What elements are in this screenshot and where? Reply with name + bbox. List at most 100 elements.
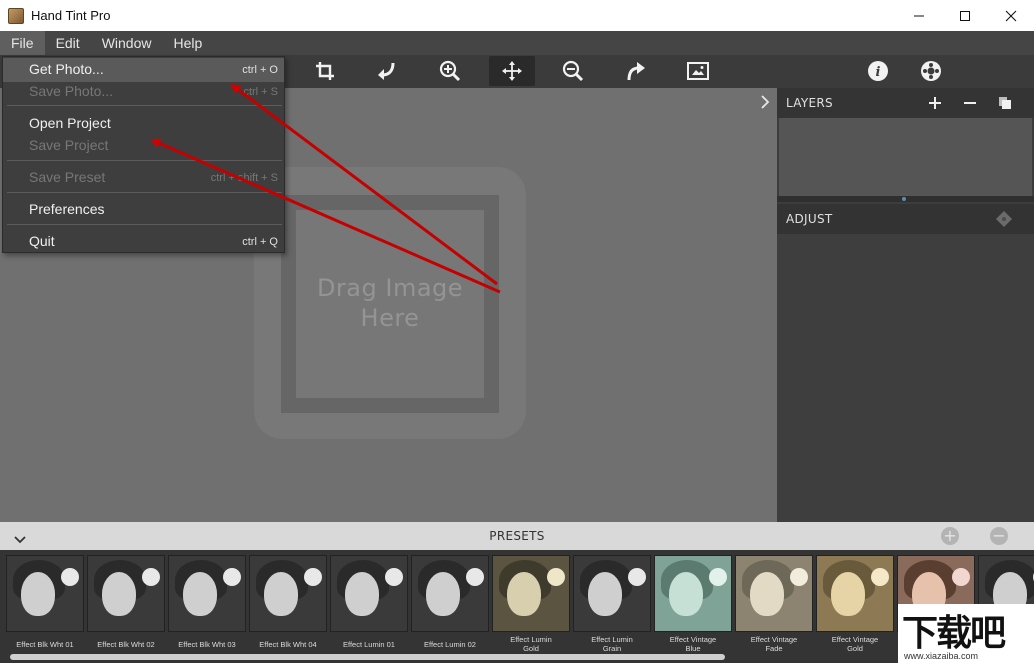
menu-bar: File Edit Window Help — [0, 31, 1034, 55]
menu-window[interactable]: Window — [91, 31, 163, 55]
fit-image-icon — [687, 62, 709, 80]
menu-separator — [7, 160, 282, 161]
minimize-icon — [914, 15, 924, 16]
menu-item-quit[interactable]: Quit ctrl + Q — [3, 230, 284, 254]
preset-thumbnail[interactable]: Effect Blk Wht 02 — [87, 555, 165, 655]
menu-help[interactable]: Help — [162, 31, 213, 55]
window-controls — [896, 0, 1034, 31]
close-button[interactable] — [988, 0, 1034, 31]
preset-image — [654, 555, 732, 632]
app-logo-icon — [8, 7, 24, 24]
fit-image-button[interactable] — [675, 56, 721, 86]
preset-label: Effect Vintage Gold — [831, 635, 879, 653]
preset-image — [411, 555, 489, 632]
zoom-out-icon — [562, 60, 584, 82]
settings-icon — [921, 61, 941, 81]
preset-label: Effect Blk Wht 03 — [178, 640, 236, 649]
menu-item-save-preset[interactable]: Save Preset ctrl + shift + S — [3, 166, 284, 190]
preset-thumbnail[interactable]: Effect Vintage Blue — [654, 555, 732, 655]
menu-item-open-project[interactable]: Open Project — [3, 112, 284, 136]
svg-text:i: i — [876, 65, 881, 80]
redo-button[interactable] — [613, 56, 659, 86]
duplicate-layer-button[interactable] — [996, 94, 1014, 112]
preset-thumbnail[interactable]: Effect Lumin 02 — [411, 555, 489, 655]
remove-layer-button[interactable] — [961, 94, 979, 112]
preset-label: Effect Vintage Blue — [669, 635, 717, 653]
close-icon — [1005, 10, 1017, 21]
menu-item-get-photo[interactable]: Get Photo... ctrl + O — [3, 58, 284, 82]
preset-label: Effect Lumin Gold — [510, 635, 552, 653]
window-title: Hand Tint Pro — [31, 8, 111, 23]
adjust-panel — [777, 234, 1034, 522]
preset-label: Effect Lumin 02 — [424, 640, 476, 649]
presets-collapse-button[interactable] — [13, 530, 27, 549]
site-watermark: 下载吧 www.xiazaiba.com — [898, 604, 1034, 663]
layers-header: LAYERS — [777, 88, 1034, 118]
zoom-in-button[interactable] — [427, 56, 473, 86]
preset-thumbnail[interactable]: Effect Lumin Grain — [573, 555, 651, 655]
layers-resize-handle[interactable] — [777, 196, 1034, 202]
menu-separator — [7, 105, 282, 106]
zoom-out-button[interactable] — [550, 56, 596, 86]
crop-button[interactable] — [302, 56, 348, 86]
undo-button[interactable] — [364, 56, 410, 86]
move-icon — [502, 61, 522, 81]
preset-thumbnail[interactable]: Effect Blk Wht 03 — [168, 555, 246, 655]
preset-thumbnail[interactable]: Effect Lumin 01 — [330, 555, 408, 655]
layers-list[interactable] — [779, 118, 1032, 196]
adjust-header: ADJUST — [777, 204, 1034, 234]
preset-label: Effect Lumin 01 — [343, 640, 395, 649]
layers-title: LAYERS — [786, 96, 833, 110]
menu-item-preferences[interactable]: Preferences — [3, 198, 284, 222]
preset-image — [492, 555, 570, 632]
info-button[interactable]: i — [855, 56, 901, 86]
add-preset-button[interactable]: + — [941, 527, 959, 545]
presets-header: PRESETS + − — [0, 522, 1034, 550]
minimize-button[interactable] — [896, 0, 942, 31]
preset-thumbnail[interactable]: Effect Blk Wht 04 — [249, 555, 327, 655]
menu-item-save-photo[interactable]: Save Photo... ctrl + S — [3, 80, 284, 104]
preset-strip[interactable]: Effect Vintage Gold Effect Vintage Fade Effe… — [0, 550, 1034, 663]
move-button[interactable] — [489, 56, 535, 86]
adjust-title: ADJUST — [786, 212, 833, 226]
add-layer-button[interactable] — [926, 94, 944, 112]
duplicate-layer-icon — [999, 97, 1011, 109]
maximize-button[interactable] — [942, 0, 988, 31]
redo-icon — [627, 62, 645, 81]
preset-label: Effect Vintage Fade — [750, 635, 798, 653]
adjust-options-button[interactable] — [995, 210, 1013, 228]
crop-icon — [316, 62, 334, 80]
chevron-down-icon — [14, 536, 26, 544]
watermark-url: www.xiazaiba.com — [904, 651, 979, 661]
maximize-icon — [960, 10, 970, 21]
preset-label: Effect Blk Wht 01 — [16, 640, 74, 649]
preset-image — [816, 555, 894, 632]
preset-image — [330, 555, 408, 632]
presets-title: PRESETS — [489, 529, 545, 543]
eraser-icon — [996, 211, 1012, 227]
app-window: Hand Tint Pro File Edit Window Help i Dr… — [0, 0, 1034, 663]
chevron-right-icon — [761, 95, 770, 109]
settings-button[interactable] — [908, 56, 954, 86]
preset-image — [735, 555, 813, 632]
drop-zone-label: Drag Image Here — [316, 274, 464, 332]
preset-label: Effect Blk Wht 02 — [97, 640, 155, 649]
menu-file[interactable]: File — [0, 31, 45, 55]
preset-thumbnail[interactable]: Effect Vintage Gold — [816, 555, 894, 655]
drop-zone[interactable]: Drag Image Here — [254, 167, 526, 439]
presets-scrollbar[interactable] — [10, 654, 725, 660]
collapse-panel-button[interactable] — [760, 94, 770, 113]
file-menu-dropdown: Get Photo... ctrl + O Save Photo... ctrl… — [2, 56, 285, 253]
preset-thumbnail[interactable]: Effect Lumin Gold — [492, 555, 570, 655]
menu-separator — [7, 224, 282, 225]
preset-label: Effect Lumin Grain — [591, 635, 633, 653]
preset-thumbnail[interactable]: Effect Vintage Fade — [735, 555, 813, 655]
menu-edit[interactable]: Edit — [45, 31, 91, 55]
preset-image — [249, 555, 327, 632]
preset-thumbnail[interactable]: Effect Blk Wht 01 — [6, 555, 84, 655]
zoom-in-icon — [439, 60, 461, 82]
menu-item-save-project[interactable]: Save Project — [3, 134, 284, 158]
preset-image — [168, 555, 246, 632]
preset-label: Effect Blk Wht 04 — [259, 640, 317, 649]
remove-preset-button[interactable]: − — [990, 527, 1008, 545]
